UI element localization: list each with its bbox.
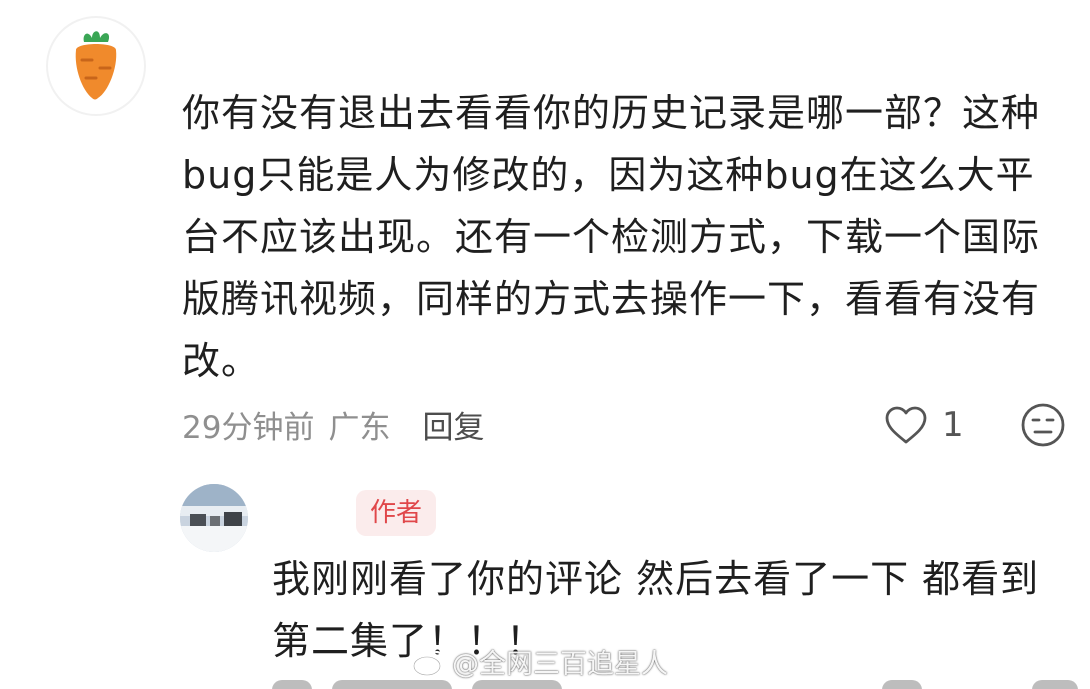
comment-line: 改。 <box>182 339 261 383</box>
reply-line: 我刚刚看了你的评论 然后去看了一下 都看到 <box>272 557 1040 601</box>
weibo-icon <box>412 650 447 676</box>
watermark-text: @全网三百追星人 <box>452 649 668 680</box>
heart-outline-icon <box>885 406 927 444</box>
truncated-next-line <box>272 680 1090 689</box>
like-count: 1 <box>942 405 964 445</box>
comment-line: 版腾讯视频，同样的方式去操作一下，看看有没有 <box>182 277 1041 321</box>
watermark: @全网三百追星人 <box>412 642 668 681</box>
comment-meta: 29分钟前 广东 回复 <box>182 400 484 448</box>
comment-line: 你有没有退出去看看你的历史记录是哪一部？这种 <box>182 91 1041 135</box>
snow-photo-avatar <box>180 484 248 552</box>
commenter-avatar[interactable] <box>46 16 146 116</box>
author-avatar[interactable] <box>180 484 248 552</box>
carrot-icon <box>75 31 117 100</box>
comment-line: bug只能是人为修改的，因为这种bug在这么大平 <box>182 153 1035 197</box>
comment-line: 台不应该出现。还有一个检测方式，下载一个国际 <box>182 215 1041 259</box>
comment-location: 广东 <box>328 409 391 446</box>
comment-body: 你有没有退出去看看你的历史记录是哪一部？这种 bug只能是人为修改的，因为这种b… <box>182 82 1060 392</box>
reply-button[interactable]: 回复 <box>422 402 484 447</box>
like-button[interactable]: 1 <box>884 402 964 448</box>
meh-face-icon <box>1021 403 1065 447</box>
comment-timestamp: 29分钟前 <box>182 409 315 446</box>
author-badge: 作者 <box>356 490 437 536</box>
dislike-button[interactable] <box>1020 402 1066 448</box>
